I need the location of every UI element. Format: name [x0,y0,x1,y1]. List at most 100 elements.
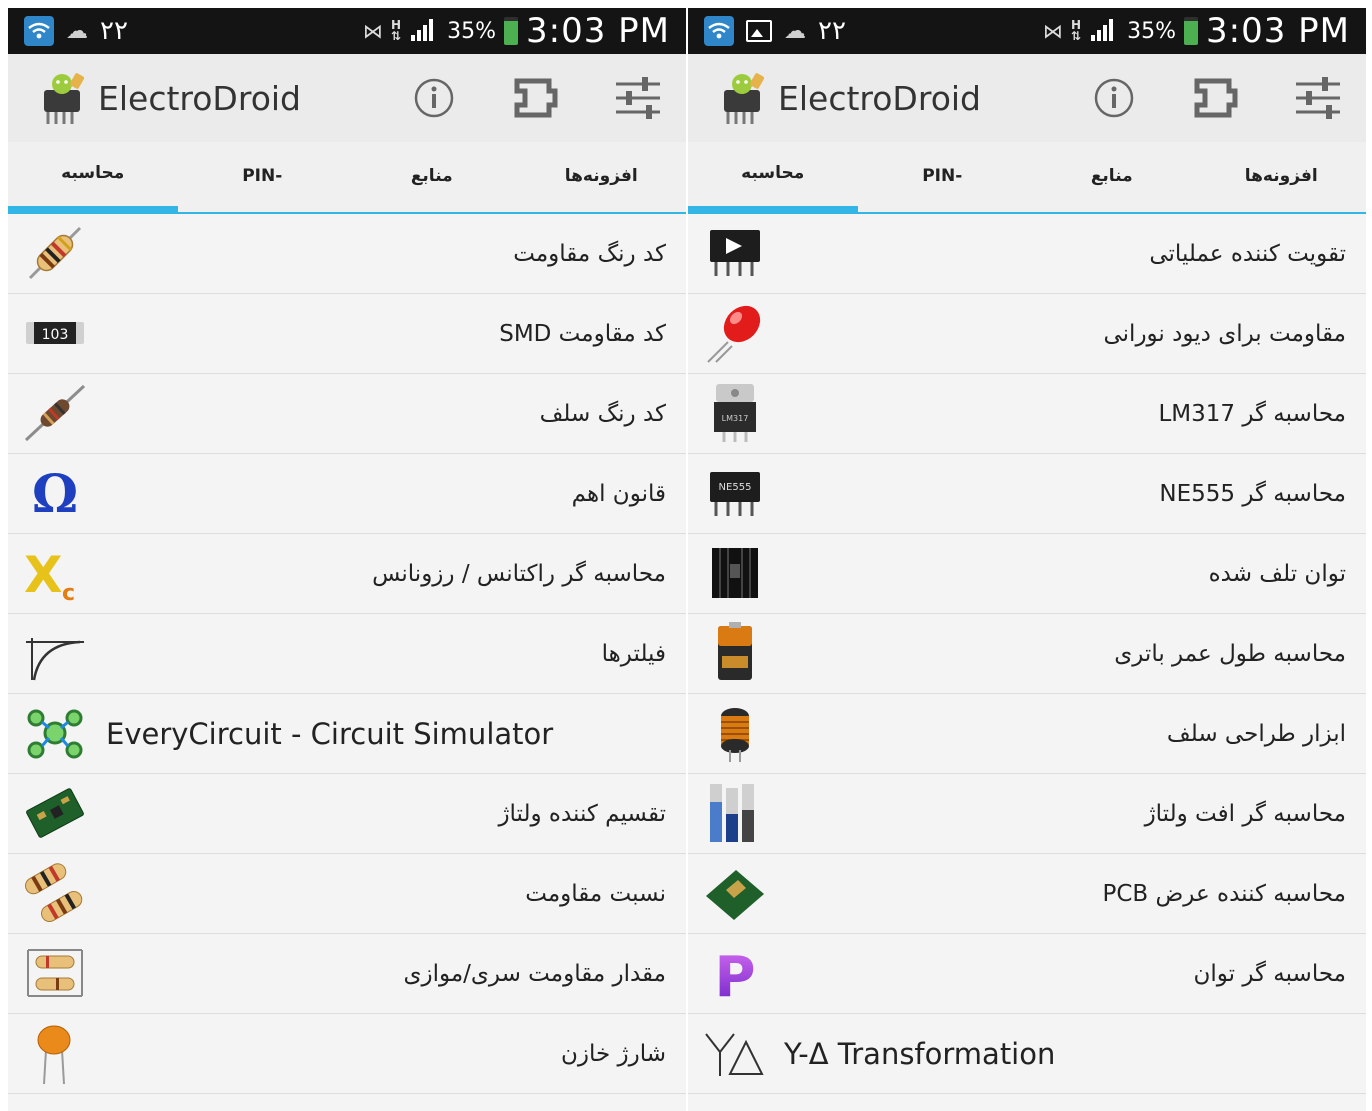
settings-button[interactable] [612,72,664,124]
action-bar [1088,72,1344,124]
app-bar: ElectroDroid [8,54,686,142]
network-type-icon: H ⇅ [391,19,402,43]
nfc-mute-icon: ⋈ [1043,19,1064,43]
battery-icon [504,17,518,45]
list-item[interactable]: P محاسبه گر توان [688,934,1366,1014]
tab-1[interactable]: PIN- [858,142,1028,212]
list-item[interactable]: Ω قانون اهم [8,454,686,534]
list-item[interactable]: توان تلف شده [688,534,1366,614]
cloud-icon: ☁ [66,18,88,44]
plugin-button[interactable] [510,72,562,124]
list-item-label: ابزار طراحی سلف [1166,721,1346,747]
info-icon [414,78,454,118]
led-icon [702,300,768,366]
tab-3[interactable]: افزونه‌ها [517,142,687,212]
status-right: ⋈ H ⇅ 35% 3:03 PM [1043,8,1350,54]
status-bar: ☁ ۲۲ ⋈ H ⇅ 35% 3:03 PM [688,8,1366,54]
svg-text:Ω: Ω [32,464,78,525]
list-item[interactable]: تقسیم کننده ولتاژ [8,774,686,854]
tab-2[interactable]: منابع [1027,142,1197,212]
signal-icon [1089,15,1119,47]
heatsink-icon [702,540,768,606]
data-arrows-icon: ⇅ [1071,29,1082,43]
list-item-label: محاسبه گر افت ولتاژ [1144,801,1346,827]
tool-list: کد رنگ مقاومت 103 کد مقاومت SMD کد رنگ سلف Ω… [8,214,686,1094]
reactance-icon: Xc [22,540,88,606]
tab-0[interactable]: محاسبه [688,142,858,212]
list-item-label: EveryCircuit - Circuit Simulator [106,717,554,751]
settings-button[interactable] [1292,72,1344,124]
app-logo-icon [714,70,770,126]
status-right: ⋈ H ⇅ 35% 3:03 PM [363,8,670,54]
info-icon [1094,78,1134,118]
list-item[interactable]: کد رنگ سلف [8,374,686,454]
puzzle-icon [514,78,558,118]
list-item[interactable]: نسبت مقاومت [8,854,686,934]
svg-text:X: X [24,546,63,604]
everycircuit-icon [22,700,88,766]
list-item-label: تقسیم کننده ولتاژ [498,801,666,827]
info-button[interactable] [408,72,460,124]
ohm-icon: Ω [22,460,88,526]
list-item-label: محاسبه گر NE555 [1159,481,1346,507]
list-item-label: تقویت کننده عملیاتی [1149,241,1346,267]
resistor-ratio-icon [22,860,88,926]
list-item-label: نسبت مقاومت [525,881,666,907]
list-item[interactable]: محاسبه گر افت ولتاژ [688,774,1366,854]
list-item-label: محاسبه گر LM317 [1158,401,1346,427]
info-button[interactable] [1088,72,1140,124]
list-item[interactable]: Xc محاسبه گر راکتانس / رزونانس [8,534,686,614]
list-item-label: محاسبه طول عمر باتری [1114,641,1346,667]
list-item-label: توان تلف شده [1208,561,1346,587]
ne555-icon: NE555 [702,460,768,526]
list-item-label: کد رنگ سلف [539,401,666,427]
svg-text:c: c [62,581,75,606]
lm317-icon: LM317 [702,380,768,446]
list-item-label: محاسبه گر توان [1193,961,1346,987]
list-item[interactable]: محاسبه طول عمر باتری [688,614,1366,694]
tab-bar: محاسبه PIN- منابع افزونه‌ها [688,142,1366,214]
list-item[interactable]: 103 کد مقاومت SMD [8,294,686,374]
app-bar: ElectroDroid [688,54,1366,142]
clock: 3:03 PM [526,11,670,51]
list-item[interactable]: NE555 محاسبه گر NE555 [688,454,1366,534]
list-item[interactable]: Y-Δ Transformation [688,1014,1366,1094]
opamp-icon [702,220,768,286]
tab-3[interactable]: افزونه‌ها [1197,142,1367,212]
filter-curve-icon [22,620,88,686]
series-parallel-icon [22,940,88,1006]
list-item[interactable]: کد رنگ مقاومت [8,214,686,294]
sliders-icon [1296,77,1340,119]
notification-count: ۲۲ [100,16,128,46]
data-arrows-icon: ⇅ [391,29,402,43]
resistor-icon [22,220,88,286]
y-delta-icon [702,1020,768,1086]
tab-2[interactable]: منابع [347,142,517,212]
voltage-divider-icon [22,780,88,846]
list-item[interactable]: مقدار مقاومت سری/موازی [8,934,686,1014]
list-item[interactable]: تقویت کننده عملیاتی [688,214,1366,294]
status-bar: ☁ ۲۲ ⋈ H ⇅ 35% 3:03 PM [8,8,686,54]
list-item[interactable]: فیلترها [8,614,686,694]
tab-bar: محاسبه PIN- منابع افزونه‌ها [8,142,686,214]
battery-percent: 35% [447,18,496,44]
list-item[interactable]: شارژ خازن [8,1014,686,1094]
list-item-label: Y-Δ Transformation [784,1037,1056,1071]
list-item[interactable]: مقاومت برای دیود نورانی [688,294,1366,374]
svg-text:NE555: NE555 [719,482,752,493]
list-item[interactable]: EveryCircuit - Circuit Simulator [8,694,686,774]
list-item[interactable]: محاسبه کننده عرض PCB [688,854,1366,934]
status-left: ☁ ۲۲ [704,8,846,54]
list-item-label: محاسبه گر راکتانس / رزونانس [372,561,666,587]
network-type-icon: H ⇅ [1071,19,1082,43]
list-item-label: مقدار مقاومت سری/موازی [403,961,666,987]
list-item-label: محاسبه کننده عرض PCB [1102,881,1346,907]
plugin-button[interactable] [1190,72,1242,124]
wifi-icon [24,16,54,46]
capacitor-icon [22,1020,88,1086]
list-item[interactable]: LM317 محاسبه گر LM317 [688,374,1366,454]
tab-0[interactable]: محاسبه [8,142,178,212]
tab-1[interactable]: PIN- [178,142,348,212]
nfc-mute-icon: ⋈ [363,19,384,43]
list-item[interactable]: ابزار طراحی سلف [688,694,1366,774]
